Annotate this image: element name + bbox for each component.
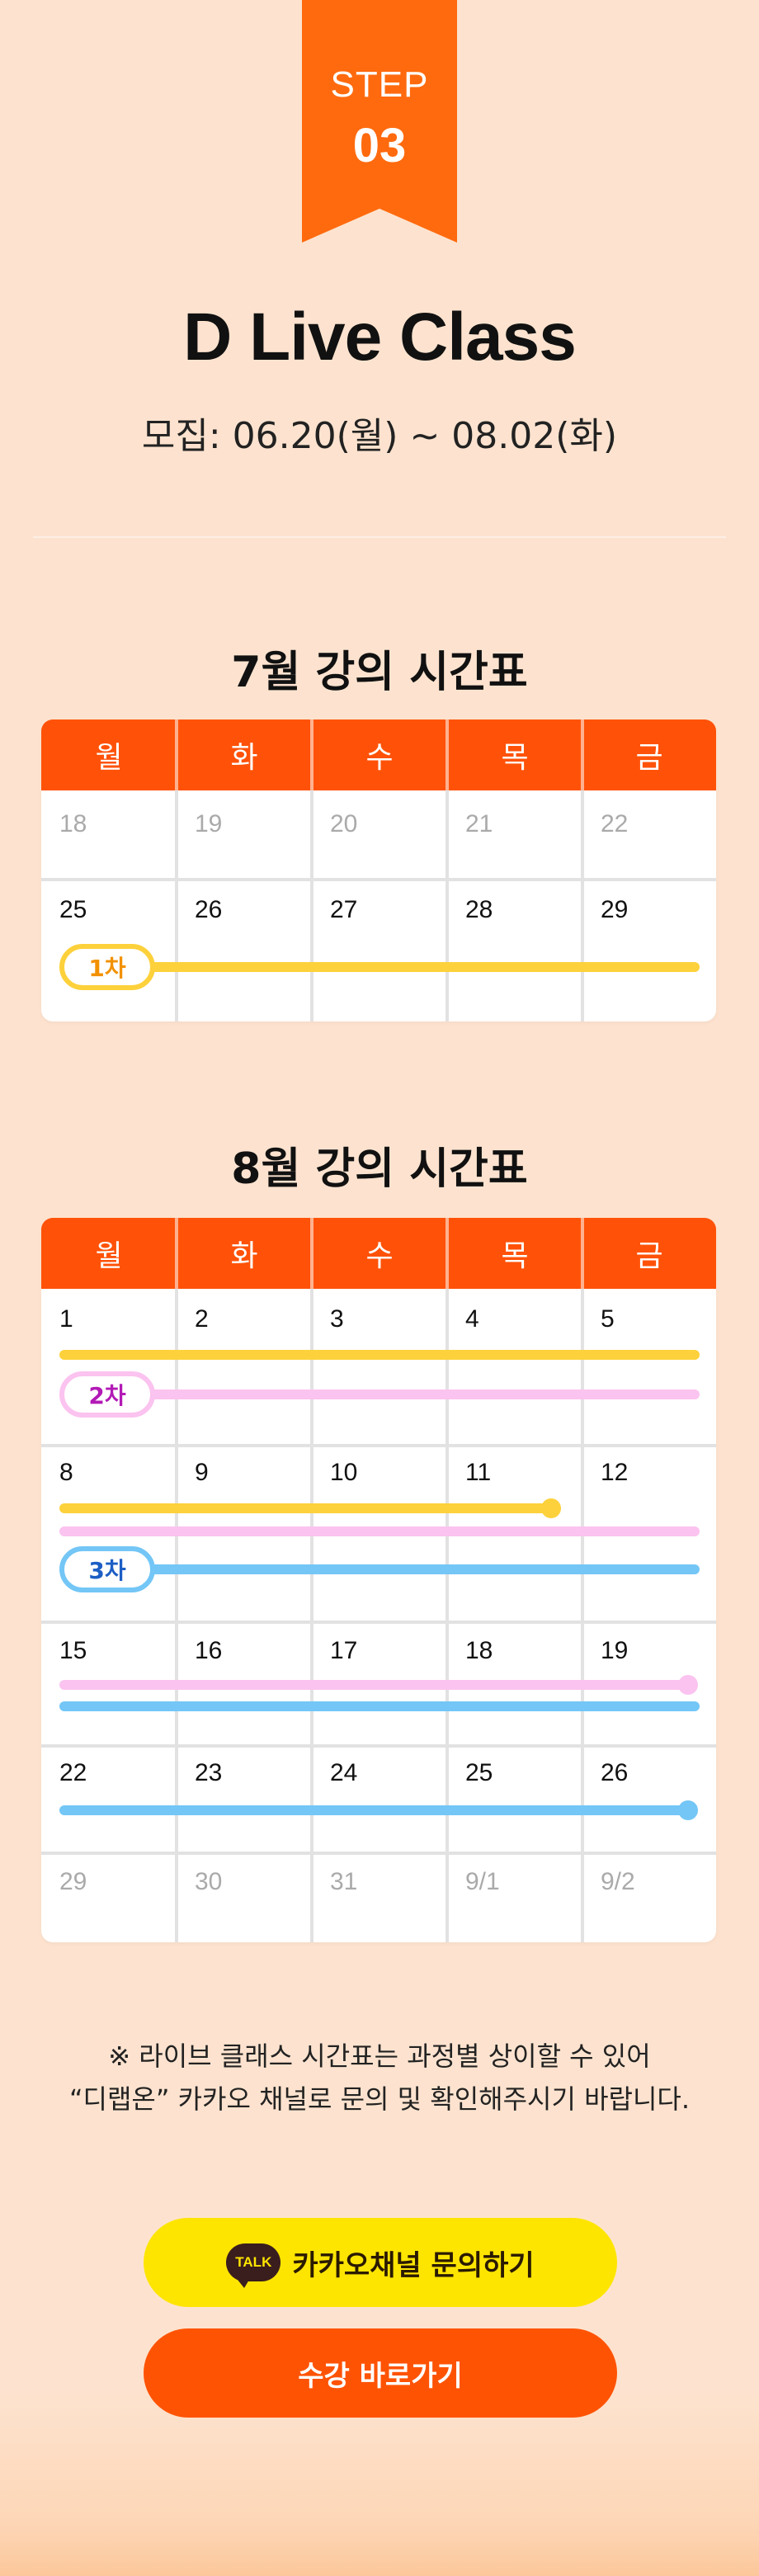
date-cell: 16 [195,1637,223,1664]
august-calendar: 월 화 수 목 금 1 2 3 4 5 2차 8 9 10 11 12 3차 1… [41,1218,716,1942]
date-cell: 18 [59,810,87,837]
grid-line [581,719,584,790]
weekday-mon: 월 [95,741,123,775]
date-cell: 28 [465,896,493,923]
grid-line [310,1289,314,1942]
date-cell: 22 [59,1759,87,1786]
weekday-fri: 금 [635,1239,663,1273]
round1-bar [59,1350,700,1360]
notice-line-1: ※ 라이브 클래스 시간표는 과정별 상이할 수 있어 [108,2041,651,2072]
date-cell: 9/1 [465,1868,500,1895]
weekday-tue: 화 [230,741,258,775]
round2-bar [74,1389,700,1399]
round3-bar [74,1564,700,1574]
weekday-thu: 목 [501,1239,529,1273]
date-cell: 12 [601,1459,629,1486]
date-cell: 21 [465,810,493,837]
date-cell: 15 [59,1637,87,1664]
page-title: D Live Class [183,300,577,375]
round1-badge: 1차 [59,944,155,990]
round2-badge: 2차 [59,1371,155,1418]
weekday-header: 월 화 수 목 금 [41,1218,716,1289]
round2-end-dot [678,1675,698,1695]
grid-line [310,1218,314,1289]
date-cell: 25 [465,1759,493,1786]
grid-line [310,719,314,790]
date-cell: 23 [195,1759,223,1786]
enroll-button[interactable]: 수강 바로가기 [144,2328,617,2418]
grid-line [175,1289,178,1942]
date-cell: 4 [465,1305,479,1333]
date-cell: 31 [330,1868,358,1895]
date-cell: 9/2 [601,1868,635,1895]
date-cell: 11 [465,1459,492,1486]
date-cell: 30 [195,1868,223,1895]
date-cell: 18 [465,1637,493,1664]
notice-line-2: “디랩온” 카카오 채널로 문의 및 확인해주시기 바랍니다. [68,2083,691,2115]
weekday-fri: 금 [635,741,663,775]
grid-line [175,719,178,790]
enroll-label: 수강 바로가기 [298,2359,463,2393]
round3-badge: 3차 [59,1546,155,1592]
grid-line [41,1744,716,1748]
weekday-mon: 월 [95,1239,123,1273]
july-schedule-title: 7월 강의 시간표 [231,648,528,697]
date-cell: 3 [330,1305,344,1333]
august-schedule-title: 8월 강의 시간표 [231,1144,528,1194]
round2-bar [59,1526,700,1536]
date-cell: 8 [59,1459,73,1486]
round1-bar [59,1503,549,1513]
step-label: STEP [330,64,429,105]
weekday-header: 월 화 수 목 금 [41,719,716,790]
round3-end-dot [678,1800,698,1820]
round3-bar [59,1701,700,1711]
date-cell: 10 [330,1459,358,1486]
grid-line [41,878,716,881]
kakao-channel-label: 카카오채널 문의하기 [292,2248,535,2282]
recruit-period: 모집: 06.20(월) ~ 08.02(화) [141,415,618,457]
date-cell: 19 [195,810,223,837]
weekday-tue: 화 [230,1239,258,1273]
grid-line [581,1289,584,1942]
date-cell: 26 [601,1759,629,1786]
step-number: 03 [352,119,407,172]
weekday-thu: 목 [501,741,529,775]
date-cell: 29 [59,1868,87,1895]
date-cell: 24 [330,1759,358,1786]
date-cell: 17 [330,1637,358,1664]
date-cell: 1 [59,1305,73,1333]
grid-line [175,1218,178,1289]
grid-line [446,719,449,790]
grid-line [310,790,314,1021]
date-cell: 29 [601,896,629,923]
grid-line [581,1218,584,1289]
date-cell: 19 [601,1637,629,1664]
grid-line [41,1444,716,1447]
date-cell: 2 [195,1305,209,1333]
round1-end-dot [541,1498,561,1518]
weekday-wed: 수 [365,741,394,775]
kakao-talk-icon: TALK [226,2243,281,2288]
round1-bar [74,962,700,972]
grid-line [446,790,449,1021]
grid-line [446,1218,449,1289]
weekday-wed: 수 [365,1239,394,1273]
kakao-channel-button[interactable]: TALK 카카오채널 문의하기 [144,2218,617,2307]
divider [33,536,726,538]
grid-line [41,1621,716,1624]
grid-line [446,1289,449,1942]
grid-line [175,790,178,1021]
grid-line [41,1852,716,1855]
july-calendar: 월 화 수 목 금 18 19 20 21 22 25 26 27 28 29 … [41,719,716,1021]
date-cell: 20 [330,810,358,837]
date-cell: 5 [601,1305,615,1333]
round2-bar [59,1680,686,1690]
date-cell: 27 [330,896,358,923]
date-cell: 9 [195,1459,209,1486]
date-cell: 22 [601,810,629,837]
date-cell: 26 [195,896,223,923]
round3-bar [59,1805,686,1815]
grid-line [581,790,584,1021]
date-cell: 25 [59,896,87,923]
